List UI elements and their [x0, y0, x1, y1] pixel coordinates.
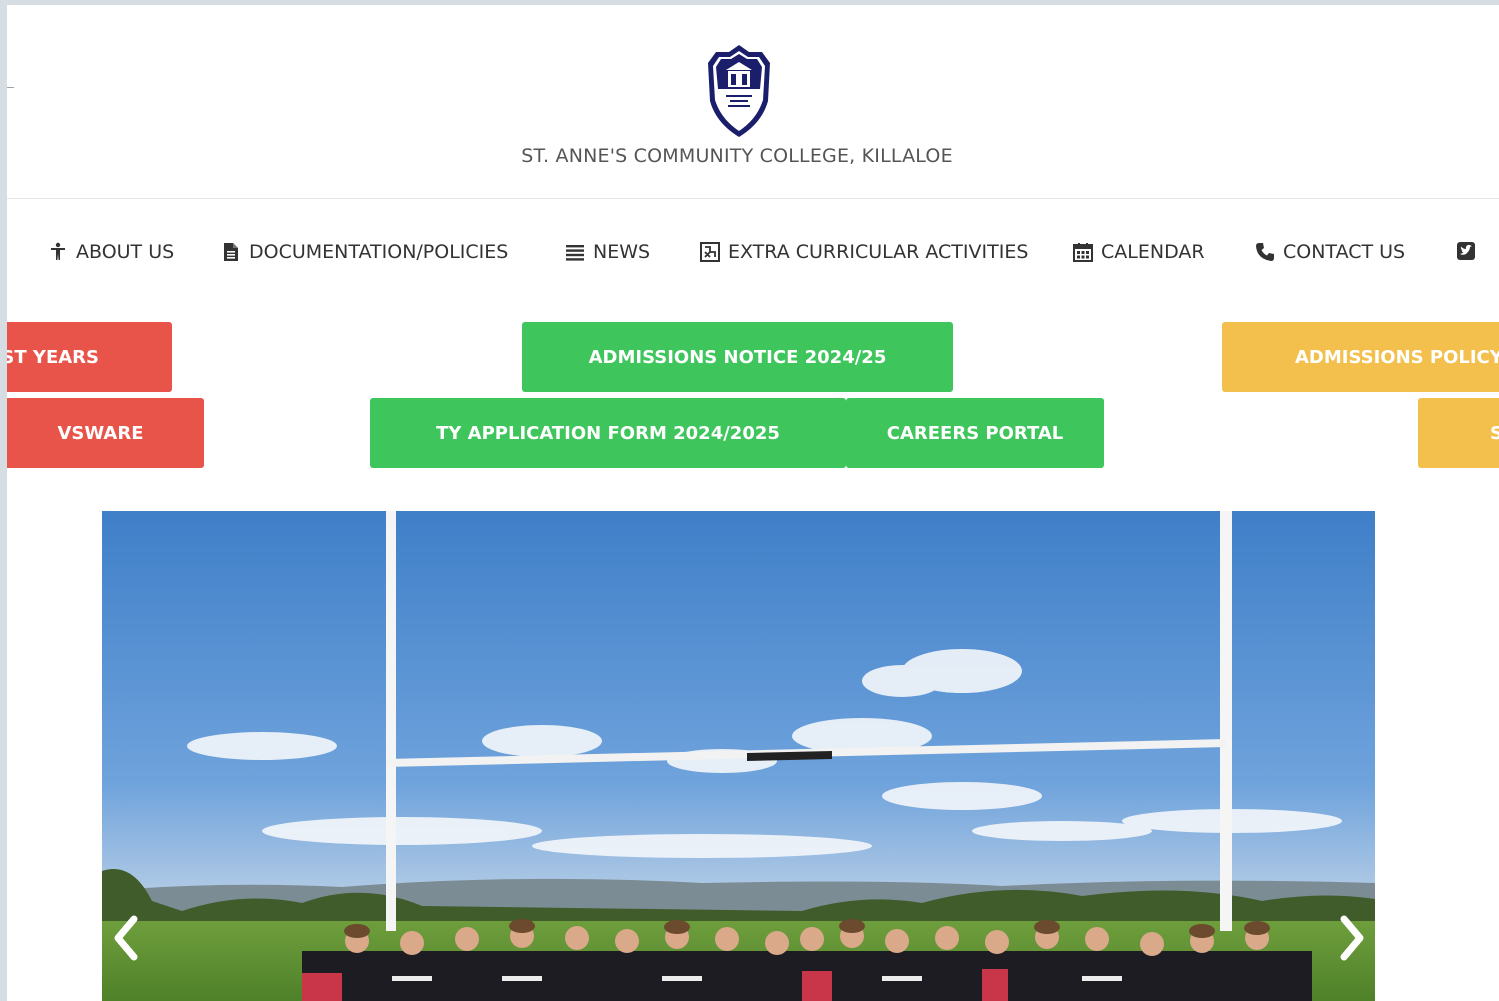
nav-label: ABOUT US	[76, 241, 175, 263]
nav-contact-us[interactable]: CONTACT US	[1255, 241, 1405, 263]
button-label: TY APPLICATION FORM 2024/2025	[436, 422, 780, 444]
chevron-right-icon[interactable]	[1334, 911, 1370, 965]
twitter-icon	[1457, 242, 1475, 260]
button-label: ADMISSIONS NOTICE 2024/25	[588, 346, 887, 368]
school-crest-logo[interactable]	[702, 43, 776, 139]
nav-about-us[interactable]: ABOUT US	[48, 241, 174, 263]
partial-yellow-button[interactable]: S	[1418, 398, 1499, 468]
button-label: ADMISSIONS POLICY	[1295, 346, 1499, 368]
main-nav: ABOUT US DOCUMENTATION/POLICIES NEWS EXT…	[7, 241, 1499, 271]
phone-icon	[1256, 243, 1274, 261]
person-icon	[51, 242, 65, 260]
ty-application-button[interactable]: TY APPLICATION FORM 2024/2025	[370, 398, 846, 468]
admissions-policy-button[interactable]: ADMISSIONS POLICY	[1222, 322, 1499, 392]
page: ST. ANNE'S COMMUNITY COLLEGE, KILLALOE A…	[7, 5, 1499, 1001]
nav-label: DOCUMENTATION/POLICIES	[249, 241, 509, 263]
nav-label: NEWS	[593, 241, 651, 263]
rugby-team-photo	[102, 511, 1375, 1001]
careers-portal-button[interactable]: CAREERS PORTAL	[846, 398, 1104, 468]
calendar-icon	[1073, 243, 1093, 262]
site-title: ST. ANNE'S COMMUNITY COLLEGE, KILLALOE	[521, 145, 953, 167]
nav-documentation-policies[interactable]: DOCUMENTATION/POLICIES	[221, 241, 508, 263]
nav-twitter[interactable]	[1456, 241, 1484, 261]
activities-icon	[700, 242, 720, 262]
edge-line	[7, 87, 14, 88]
button-label: S	[1490, 422, 1499, 444]
nav-label: CALENDAR	[1101, 241, 1205, 263]
admissions-notice-button[interactable]: ADMISSIONS NOTICE 2024/25	[522, 322, 953, 392]
nav-news[interactable]: NEWS	[565, 241, 650, 263]
nav-calendar[interactable]: CALENDAR	[1073, 241, 1205, 263]
list-icon	[566, 245, 584, 261]
header-divider	[7, 198, 1499, 199]
document-icon	[224, 243, 238, 261]
button-label: ST YEARS	[7, 346, 99, 368]
nav-extra-curricular[interactable]: EXTRA CURRICULAR ACTIVITIES	[700, 241, 1028, 263]
image-slider	[102, 511, 1375, 1001]
nav-label: EXTRA CURRICULAR ACTIVITIES	[728, 241, 1029, 263]
button-label: CAREERS PORTAL	[886, 422, 1064, 444]
chevron-left-icon[interactable]	[108, 911, 144, 965]
vsware-button[interactable]: VSWARE	[7, 398, 204, 468]
first-years-button[interactable]: ST YEARS	[7, 322, 172, 392]
button-label: VSWARE	[57, 422, 144, 444]
nav-label: CONTACT US	[1283, 241, 1406, 263]
